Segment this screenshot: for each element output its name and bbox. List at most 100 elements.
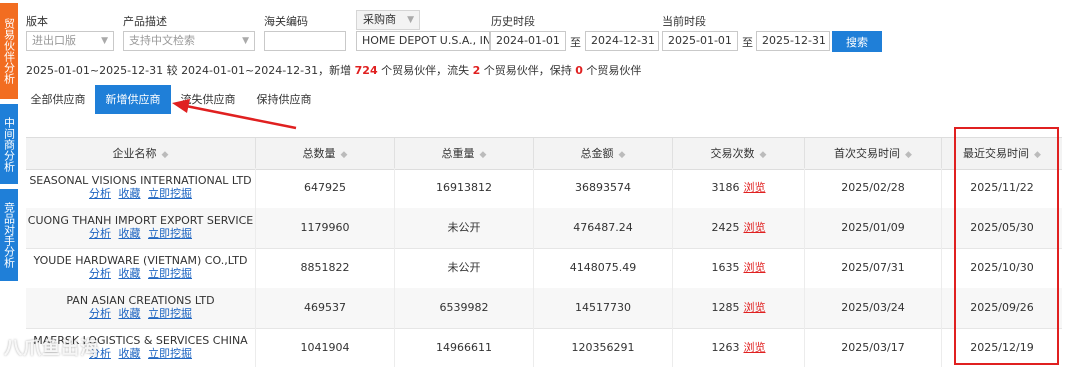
table-row: SEASONAL VISIONS INTERNATIONAL LTD 分析 收藏… xyxy=(26,168,1062,209)
weight-cell: 未公开 xyxy=(394,248,533,288)
favorite-link[interactable]: 收藏 xyxy=(119,227,141,240)
quantity-cell: 647925 xyxy=(255,168,394,208)
header-label: 总重量 xyxy=(441,147,475,160)
count-cell: 1635 浏览 xyxy=(672,248,804,288)
browse-link[interactable]: 浏览 xyxy=(744,301,766,314)
hs-code-label: 海关编码 xyxy=(264,15,308,28)
mine-link[interactable]: 立即挖掘 xyxy=(148,267,192,280)
sort-icon: ◆ xyxy=(905,150,912,160)
table-row: CUONG THANH IMPORT EXPORT SERVICE 分析 收藏 … xyxy=(26,208,1062,249)
header-label: 企业名称 xyxy=(112,147,157,160)
hs-code-input[interactable] xyxy=(264,31,346,51)
chevron-down-icon: ▼ xyxy=(101,36,108,46)
col-weight[interactable]: 总重量 ◆ xyxy=(394,138,533,169)
amount-cell: 36893574 xyxy=(533,168,672,208)
vendor-type-value: 采购商 xyxy=(363,13,396,26)
range-separator: 至 xyxy=(570,36,581,49)
browse-link[interactable]: 浏览 xyxy=(744,221,766,234)
quantity-cell: 8851822 xyxy=(255,248,394,288)
weight-cell: 6539982 xyxy=(394,288,533,328)
first-date-cell: 2025/02/28 xyxy=(804,168,941,208)
browse-link[interactable]: 浏览 xyxy=(744,181,766,194)
col-first-date[interactable]: 首次交易时间 ◆ xyxy=(804,138,941,169)
side-tab-competitor-analysis[interactable]: 竞品对手分析 xyxy=(0,189,18,281)
edition-label: 版本 xyxy=(26,15,48,28)
company-cell: SEASONAL VISIONS INTERNATIONAL LTD 分析 收藏… xyxy=(26,168,255,208)
product-select[interactable]: 支持中文检索 ▼ xyxy=(123,31,255,51)
table-header: 企业名称 ◆ 总数量 ◆ 总重量 ◆ 总金额 ◆ 交易次数 ◆ 首次交易时间 ◆ 最近交易时… xyxy=(26,137,1062,170)
tab-new-suppliers[interactable]: 新增供应商 xyxy=(95,85,171,114)
first-date-cell: 2025/03/24 xyxy=(804,288,941,328)
count-value: 1635 xyxy=(711,261,740,274)
col-amount[interactable]: 总金额 ◆ xyxy=(533,138,672,169)
vendor-type-select[interactable]: 采购商 ▼ xyxy=(356,10,420,30)
kept-count: 0 xyxy=(575,64,583,77)
col-quantity[interactable]: 总数量 ◆ xyxy=(255,138,394,169)
vendor-input[interactable]: HOME DEPOT U.S.A., INC xyxy=(356,31,490,51)
watermark: 八爪鱼出海 xyxy=(4,338,99,359)
mine-link[interactable]: 立即挖掘 xyxy=(148,227,192,240)
sort-icon: ◆ xyxy=(340,150,348,160)
search-button[interactable]: 搜索 xyxy=(832,31,882,52)
analyze-link[interactable]: 分析 xyxy=(89,307,111,320)
count-cell: 1285 浏览 xyxy=(672,288,804,328)
header-label: 交易次数 xyxy=(710,147,755,160)
analyze-link[interactable]: 分析 xyxy=(89,267,111,280)
mine-link[interactable]: 立即挖掘 xyxy=(148,347,192,360)
first-date-cell: 2025/03/17 xyxy=(804,328,941,367)
highlight-box xyxy=(954,127,1059,365)
summary-line: 2025-01-01~2025-12-31 较 2024-01-01~2024-… xyxy=(26,62,641,78)
col-count[interactable]: 交易次数 ◆ xyxy=(672,138,804,169)
favorite-link[interactable]: 收藏 xyxy=(119,307,141,320)
weight-cell: 16913812 xyxy=(394,168,533,208)
company-name: SEASONAL VISIONS INTERNATIONAL LTD xyxy=(29,174,252,187)
current-label: 当前时段 xyxy=(662,15,706,28)
company-name: YOUDE HARDWARE (VIETNAM) CO.,LTD xyxy=(33,254,248,267)
favorite-link[interactable]: 收藏 xyxy=(119,347,141,360)
summary-mid2: 个贸易伙伴，保持 xyxy=(483,64,572,77)
favorite-link[interactable]: 收藏 xyxy=(119,187,141,200)
summary-suffix: 个贸易伙伴 xyxy=(586,64,642,77)
edition-select[interactable]: 进出口版 ▼ xyxy=(26,31,114,51)
row-actions: 分析 收藏 立即挖掘 xyxy=(26,267,255,280)
amount-cell: 120356291 xyxy=(533,328,672,367)
sort-icon: ◆ xyxy=(161,150,169,160)
header-label: 总数量 xyxy=(302,147,336,160)
product-placeholder: 支持中文检索 xyxy=(129,34,195,47)
new-count: 724 xyxy=(354,64,378,77)
weight-cell: 未公开 xyxy=(394,208,533,248)
history-from-input[interactable]: 2024-01-01 xyxy=(490,31,566,51)
browse-link[interactable]: 浏览 xyxy=(744,261,766,274)
row-actions: 分析 收藏 立即挖掘 xyxy=(26,227,255,240)
edition-value: 进出口版 xyxy=(32,34,76,47)
favorite-link[interactable]: 收藏 xyxy=(119,267,141,280)
mine-link[interactable]: 立即挖掘 xyxy=(148,187,192,200)
first-date-cell: 2025/07/31 xyxy=(804,248,941,288)
count-value: 1263 xyxy=(711,341,740,354)
company-cell: CUONG THANH IMPORT EXPORT SERVICE 分析 收藏 … xyxy=(26,208,255,248)
tab-kept-suppliers[interactable]: 保持供应商 xyxy=(251,85,317,114)
quantity-cell: 1179960 xyxy=(255,208,394,248)
first-date-cell: 2025/01/09 xyxy=(804,208,941,248)
current-from-input[interactable]: 2025-01-01 xyxy=(662,31,738,51)
side-tab-intermediary-analysis[interactable]: 中间商分析 xyxy=(0,104,18,184)
count-cell: 2425 浏览 xyxy=(672,208,804,248)
company-cell: YOUDE HARDWARE (VIETNAM) CO.,LTD 分析 收藏 立… xyxy=(26,248,255,288)
tab-lost-suppliers[interactable]: 流失供应商 xyxy=(175,85,241,114)
count-cell: 1263 浏览 xyxy=(672,328,804,367)
filter-labels: 版本 产品描述 海关编码 历史时段 当前时段 xyxy=(26,13,1080,28)
col-company[interactable]: 企业名称 ◆ xyxy=(26,138,255,169)
browse-link[interactable]: 浏览 xyxy=(744,341,766,354)
side-tab-partner-analysis[interactable]: 贸易伙伴分析 xyxy=(0,3,18,99)
analyze-link[interactable]: 分析 xyxy=(89,187,111,200)
count-value: 2425 xyxy=(711,221,740,234)
sort-icon: ◆ xyxy=(479,150,487,160)
analyze-link[interactable]: 分析 xyxy=(89,227,111,240)
tab-all-suppliers[interactable]: 全部供应商 xyxy=(26,85,90,114)
sort-icon: ◆ xyxy=(618,150,626,160)
mine-link[interactable]: 立即挖掘 xyxy=(148,307,192,320)
table-row: YOUDE HARDWARE (VIETNAM) CO.,LTD 分析 收藏 立… xyxy=(26,248,1062,289)
history-to-input[interactable]: 2024-12-31 xyxy=(585,31,659,51)
table-row: PAN ASIAN CREATIONS LTD 分析 收藏 立即挖掘 46953… xyxy=(26,288,1062,329)
current-to-input[interactable]: 2025-12-31 xyxy=(756,31,830,51)
